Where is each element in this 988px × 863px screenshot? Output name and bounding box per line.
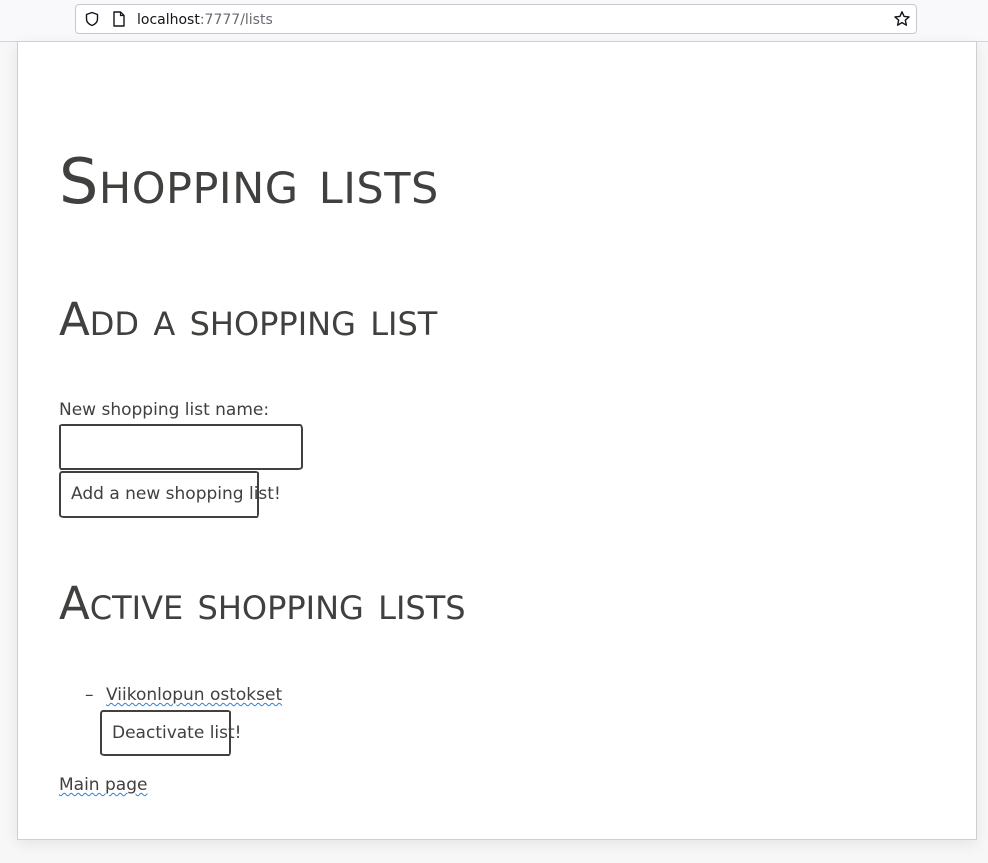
list-bullet: –: [85, 685, 94, 705]
bookmark-star-icon[interactable]: [893, 10, 911, 28]
page-title: Shopping lists: [59, 145, 439, 218]
new-list-name-label: New shopping list name:: [59, 400, 270, 420]
new-list-name-input[interactable]: [59, 424, 303, 470]
shield-icon[interactable]: [84, 11, 100, 27]
deactivate-list-button[interactable]: Deactivate list!: [100, 710, 242, 756]
list-link-viikonlopun-ostokset[interactable]: Viikonlopun ostokset: [106, 685, 282, 705]
url-host: localhost: [137, 12, 200, 28]
active-lists: – Viikonlopun ostokset Deactivate list!: [85, 684, 282, 774]
browser-toolbar: localhost:7777/lists: [0, 0, 988, 42]
list-item: – Viikonlopun ostokset Deactivate list!: [85, 684, 282, 774]
active-lists-heading: Active shopping lists: [59, 577, 466, 630]
page-icon: [113, 11, 125, 27]
add-list-heading: Add a shopping list: [59, 293, 438, 346]
main-page-link[interactable]: Main page: [59, 774, 147, 796]
page-card: Shopping lists Add a shopping list New s…: [17, 41, 977, 840]
url-path: :7777/lists: [199, 12, 273, 28]
address-bar[interactable]: localhost:7777/lists: [75, 4, 917, 34]
add-list-button[interactable]: Add a new shopping list!: [59, 471, 281, 518]
url-text[interactable]: localhost:7777/lists: [137, 11, 273, 29]
